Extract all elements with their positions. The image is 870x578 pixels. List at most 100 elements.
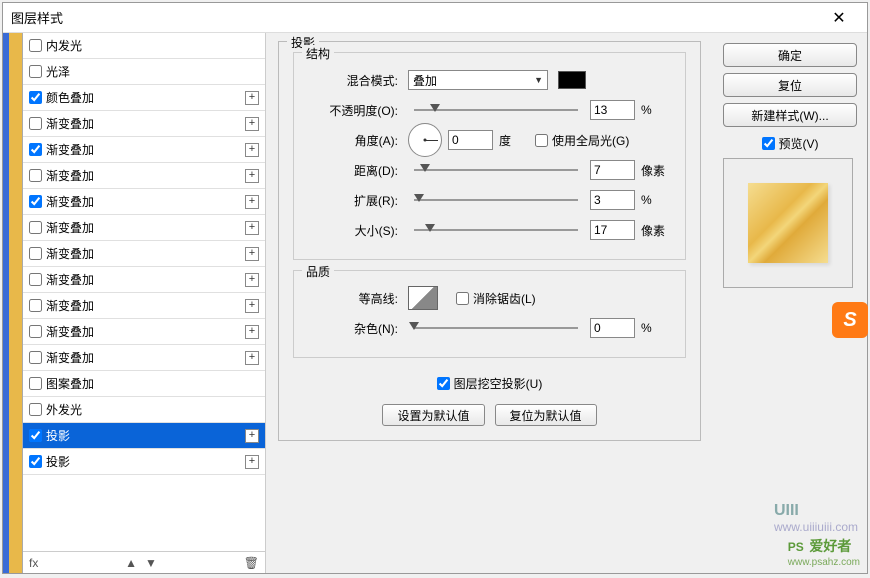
close-icon[interactable]: ✕ [819,8,859,28]
move-up-icon[interactable]: ▲ [125,556,137,570]
add-instance-button[interactable]: + [245,273,259,287]
style-item[interactable]: 图案叠加 [23,371,265,397]
style-checkbox[interactable] [29,429,42,442]
add-instance-button[interactable]: + [245,117,259,131]
size-slider[interactable] [414,223,578,237]
style-item[interactable]: 光泽 [23,59,265,85]
add-instance-button[interactable]: + [245,455,259,469]
add-instance-button[interactable]: + [245,91,259,105]
settings-panel: 投影 结构 混合模式: 叠加 ▼ 不透明度(O): [266,33,713,573]
ok-button[interactable]: 确定 [723,43,857,67]
titlebar: 图层样式 ✕ [3,3,867,33]
spread-slider[interactable] [414,193,578,207]
style-checkbox[interactable] [29,91,42,104]
angle-input[interactable] [448,130,493,150]
style-item[interactable]: 渐变叠加+ [23,345,265,371]
angle-label: 角度(A): [308,132,398,149]
color-swatch[interactable] [558,71,586,89]
style-label: 光泽 [46,63,70,80]
opacity-label: 不透明度(O): [308,102,398,119]
noise-slider[interactable] [414,321,578,335]
style-checkbox[interactable] [29,169,42,182]
dialog-body: 内发光光泽颜色叠加+渐变叠加+渐变叠加+渐变叠加+渐变叠加+渐变叠加+渐变叠加+… [3,33,867,573]
defaults-row: 设置为默认值 复位为默认值 [293,404,686,426]
reset-default-button[interactable]: 复位为默认值 [495,404,597,426]
style-item[interactable]: 渐变叠加+ [23,241,265,267]
fx-icon[interactable]: fx [29,556,38,570]
noise-row: 杂色(N): % [308,313,671,343]
spread-input[interactable] [590,190,635,210]
preview-section: 预览(V) [723,135,857,288]
antialias-checkbox[interactable]: 消除锯齿(L) [456,290,536,307]
layer-style-dialog: 图层样式 ✕ 内发光光泽颜色叠加+渐变叠加+渐变叠加+渐变叠加+渐变叠加+渐变叠… [2,2,868,574]
style-item[interactable]: 渐变叠加+ [23,293,265,319]
style-checkbox[interactable] [29,403,42,416]
style-checkbox[interactable] [29,117,42,130]
style-checkbox[interactable] [29,273,42,286]
style-label: 渐变叠加 [46,219,94,236]
style-checkbox[interactable] [29,377,42,390]
contour-picker[interactable] [408,286,438,310]
style-item[interactable]: 渐变叠加+ [23,189,265,215]
distance-input[interactable] [590,160,635,180]
preview-box [723,158,853,288]
style-label: 颜色叠加 [46,89,94,106]
add-instance-button[interactable]: + [245,299,259,313]
window-title: 图层样式 [11,8,63,27]
spread-row: 扩展(R): % [308,185,671,215]
add-instance-button[interactable]: + [245,351,259,365]
style-item[interactable]: 渐变叠加+ [23,319,265,345]
style-checkbox[interactable] [29,39,42,52]
distance-slider[interactable] [414,163,578,177]
trash-icon[interactable]: 🗑 [244,556,259,570]
style-item[interactable]: 内发光 [23,33,265,59]
style-checkbox[interactable] [29,65,42,78]
style-items[interactable]: 内发光光泽颜色叠加+渐变叠加+渐变叠加+渐变叠加+渐变叠加+渐变叠加+渐变叠加+… [23,33,265,551]
global-light-checkbox[interactable]: 使用全局光(G) [535,132,629,149]
add-instance-button[interactable]: + [245,143,259,157]
set-default-button[interactable]: 设置为默认值 [382,404,484,426]
style-item[interactable]: 渐变叠加+ [23,111,265,137]
blend-mode-select[interactable]: 叠加 ▼ [408,70,548,90]
style-checkbox[interactable] [29,299,42,312]
style-item[interactable]: 投影+ [23,449,265,475]
preview-thumbnail [748,183,828,263]
reset-button[interactable]: 复位 [723,73,857,97]
style-checkbox[interactable] [29,325,42,338]
style-checkbox[interactable] [29,351,42,364]
add-instance-button[interactable]: + [245,429,259,443]
preview-checkbox[interactable]: 预览(V) [723,135,857,152]
style-item[interactable]: 颜色叠加 + [23,85,265,111]
style-item[interactable]: 投影+ [23,423,265,449]
style-item[interactable]: 渐变叠加 + [23,137,265,163]
contour-label: 等高线: [308,290,398,307]
style-checkbox[interactable] [29,195,42,208]
quality-subgroup: 品质 等高线: 消除锯齿(L) 杂色(N): % [293,270,686,358]
style-item[interactable]: 渐变叠加+ [23,163,265,189]
size-input[interactable] [590,220,635,240]
opacity-input[interactable] [590,100,635,120]
left-panel: 内发光光泽颜色叠加+渐变叠加+渐变叠加+渐变叠加+渐变叠加+渐变叠加+渐变叠加+… [3,33,266,573]
style-checkbox[interactable] [29,221,42,234]
add-instance-button[interactable]: + [245,247,259,261]
style-checkbox[interactable] [29,455,42,468]
size-label: 大小(S): [308,222,398,239]
noise-input[interactable] [590,318,635,338]
add-instance-button[interactable]: + [245,325,259,339]
new-style-button[interactable]: 新建样式(W)... [723,103,857,127]
drop-shadow-group: 投影 结构 混合模式: 叠加 ▼ 不透明度(O): [278,41,701,441]
move-down-icon[interactable]: ▼ [145,556,157,570]
style-checkbox[interactable] [29,247,42,260]
style-item[interactable]: 渐变叠加+ [23,267,265,293]
add-instance-button[interactable]: + [245,221,259,235]
add-instance-button[interactable]: + [245,195,259,209]
knockout-checkbox[interactable]: 图层挖空投影(U) [437,375,543,392]
opacity-slider[interactable] [414,103,578,117]
style-checkbox[interactable] [29,143,42,156]
style-item[interactable]: 外发光 [23,397,265,423]
add-instance-button[interactable]: + [245,169,259,183]
angle-dial[interactable] [408,123,442,157]
style-label: 图案叠加 [46,375,94,392]
style-item[interactable]: 渐变叠加 + [23,215,265,241]
style-label: 渐变叠加 [46,141,94,158]
